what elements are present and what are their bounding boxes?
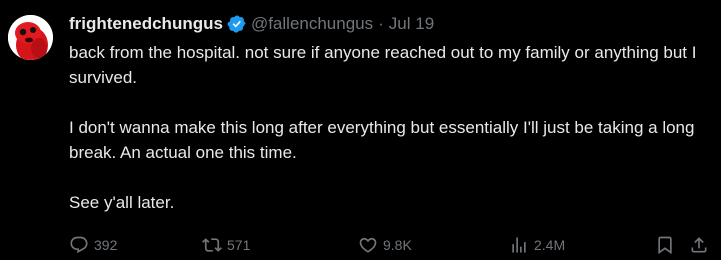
retweet-count: 571 — [227, 237, 251, 253]
views-button[interactable]: 2.4M — [509, 233, 565, 257]
reply-count: 392 — [94, 237, 118, 253]
retweet-icon — [202, 238, 222, 252]
like-count: 9.8K — [383, 237, 412, 253]
tweet-actions: 392 571 9.8K 2.4M — [69, 233, 714, 257]
tweet-paragraph: I don't wanna make this long after every… — [69, 118, 695, 162]
display-name[interactable]: frightenedchungus — [69, 14, 223, 34]
avatar-image — [8, 15, 53, 60]
share-icon — [691, 237, 707, 253]
verified-badge-icon — [227, 14, 247, 34]
tweet-paragraph: See y'all later. — [69, 193, 175, 212]
tweet-date[interactable]: Jul 19 — [389, 14, 434, 34]
view-count: 2.4M — [534, 237, 566, 253]
tweet-paragraph: back from the hospital. not sure if anyo… — [69, 43, 697, 87]
views-icon — [512, 237, 526, 253]
avatar[interactable] — [8, 15, 53, 60]
handle[interactable]: @fallenchungus — [251, 14, 373, 34]
separator-dot: · — [378, 14, 384, 33]
reply-icon — [70, 236, 88, 254]
like-button[interactable]: 9.8K — [358, 233, 412, 257]
bookmark-button[interactable] — [655, 233, 675, 257]
tweet-content: frightenedchungus @fallenchungus · Jul 1… — [69, 13, 709, 215]
bookmark-icon — [658, 236, 672, 255]
retweet-button[interactable]: 571 — [202, 233, 250, 257]
reply-button[interactable]: 392 — [69, 233, 117, 257]
heart-icon — [359, 237, 377, 253]
tweet-header: frightenedchungus @fallenchungus · Jul 1… — [69, 13, 709, 35]
tweet[interactable]: frightenedchungus @fallenchungus · Jul 1… — [0, 0, 721, 260]
share-button[interactable] — [689, 233, 709, 257]
tweet-body: back from the hospital. not sure if anyo… — [69, 40, 709, 215]
